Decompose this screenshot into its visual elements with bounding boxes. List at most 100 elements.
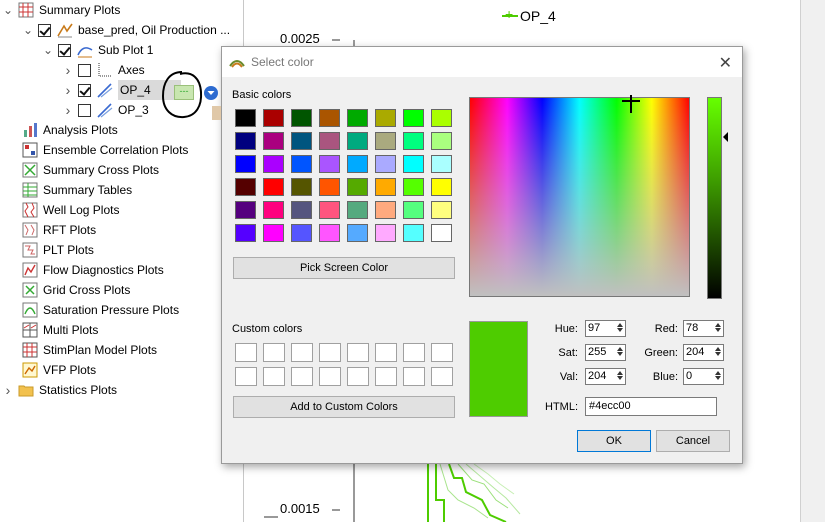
sat-spinbox[interactable]: 255 <box>585 344 626 361</box>
pick-screen-color-button[interactable]: Pick Screen Color <box>233 257 455 279</box>
chevron-right-icon[interactable]: › <box>62 100 74 120</box>
custom-color-slot[interactable] <box>403 367 425 386</box>
basic-color-swatch[interactable] <box>319 224 340 242</box>
tree-item-vfp-plots[interactable]: VFP Plots <box>2 360 96 380</box>
tree-checkbox[interactable] <box>58 43 71 57</box>
dialog-titlebar[interactable]: Select color ✕ <box>222 47 742 77</box>
chevron-down-icon[interactable]: ⌄ <box>2 4 14 16</box>
dropdown-chevron-icon[interactable] <box>204 86 218 100</box>
tree-item-ensemble-correlation-plots[interactable]: Ensemble Correlation Plots <box>2 140 188 160</box>
green-spinbox[interactable]: 204 <box>683 344 724 361</box>
basic-color-swatch[interactable] <box>347 178 368 196</box>
basic-color-swatch[interactable] <box>347 132 368 150</box>
value-slider[interactable] <box>707 97 722 299</box>
tree-item-multi-plots[interactable]: Multi Plots <box>2 320 98 340</box>
basic-color-swatch[interactable] <box>319 109 340 127</box>
tree-item-summary-cross-plots[interactable]: Summary Cross Plots <box>2 160 159 180</box>
tree-item-summary-tables[interactable]: Summary Tables <box>2 180 132 200</box>
basic-color-swatch[interactable] <box>291 155 312 173</box>
custom-color-slot[interactable] <box>403 343 425 362</box>
custom-color-slot[interactable] <box>291 367 313 386</box>
add-to-custom-colors-button[interactable]: Add to Custom Colors <box>233 396 455 418</box>
basic-color-swatch[interactable] <box>347 155 368 173</box>
basic-color-swatch[interactable] <box>375 109 396 127</box>
basic-color-swatch[interactable] <box>235 178 256 196</box>
basic-color-swatch[interactable] <box>431 132 452 150</box>
basic-color-swatch[interactable] <box>375 201 396 219</box>
basic-color-swatch[interactable] <box>403 132 424 150</box>
custom-color-slot[interactable] <box>263 367 285 386</box>
tree-checkbox[interactable] <box>38 23 51 37</box>
custom-color-slot[interactable] <box>431 367 453 386</box>
basic-color-swatch[interactable] <box>263 178 284 196</box>
color-spectrum[interactable] <box>469 97 690 297</box>
basic-color-swatch[interactable] <box>431 109 452 127</box>
blue-spinbox[interactable]: 0 <box>683 368 724 385</box>
custom-color-slot[interactable] <box>291 343 313 362</box>
html-input[interactable]: #4ecc00 <box>585 397 717 416</box>
chevron-down-icon[interactable]: ⌄ <box>42 44 54 56</box>
basic-color-swatch[interactable] <box>403 178 424 196</box>
val-spinbox[interactable]: 204 <box>585 368 626 385</box>
curve-color-button[interactable]: --- <box>174 85 194 100</box>
tree-item-grid-cross-plots[interactable]: Grid Cross Plots <box>2 280 130 300</box>
tree-item-summary-plots[interactable]: ⌄ Summary Plots <box>2 0 120 20</box>
spin-arrows-icon[interactable] <box>713 370 722 383</box>
tree-checkbox[interactable] <box>78 83 91 97</box>
red-spinbox[interactable]: 78 <box>683 320 724 337</box>
chevron-right-icon[interactable]: › <box>62 80 74 100</box>
basic-color-swatch[interactable] <box>375 178 396 196</box>
custom-color-slot[interactable] <box>347 367 369 386</box>
basic-color-swatch[interactable] <box>431 178 452 196</box>
tree-item-stimplan-model-plots[interactable]: StimPlan Model Plots <box>2 340 157 360</box>
tree-checkbox[interactable] <box>78 103 91 117</box>
basic-color-swatch[interactable] <box>431 201 452 219</box>
close-icon[interactable]: ✕ <box>719 53 732 73</box>
basic-color-swatch[interactable] <box>291 109 312 127</box>
tree-item-well-log-plots[interactable]: Well Log Plots <box>2 200 119 220</box>
basic-color-swatch[interactable] <box>235 201 256 219</box>
basic-color-swatch[interactable] <box>403 201 424 219</box>
spin-arrows-icon[interactable] <box>713 322 722 335</box>
basic-color-swatch[interactable] <box>235 109 256 127</box>
basic-color-swatch[interactable] <box>319 132 340 150</box>
basic-color-swatch[interactable] <box>375 155 396 173</box>
tree-item-rft-plots[interactable]: RFT Plots <box>2 220 96 240</box>
basic-color-swatch[interactable] <box>319 155 340 173</box>
tree-item-statistics-plots[interactable]: › Statistics Plots <box>2 380 117 400</box>
basic-color-swatch[interactable] <box>347 224 368 242</box>
tree-item-sub-plot-1[interactable]: ⌄ Sub Plot 1 <box>42 40 153 60</box>
value-slider-arrow-icon[interactable] <box>723 132 728 142</box>
custom-color-slot[interactable] <box>347 343 369 362</box>
basic-color-swatch[interactable] <box>375 132 396 150</box>
basic-color-swatch[interactable] <box>235 155 256 173</box>
custom-color-slot[interactable] <box>319 367 341 386</box>
tree-item-axes[interactable]: › Axes <box>62 60 145 80</box>
basic-color-swatch[interactable] <box>431 224 452 242</box>
tree-item-flow-diagnostics-plots[interactable]: Flow Diagnostics Plots <box>2 260 164 280</box>
basic-color-swatch[interactable] <box>263 224 284 242</box>
basic-color-swatch[interactable] <box>263 201 284 219</box>
custom-color-slot[interactable] <box>375 367 397 386</box>
basic-color-swatch[interactable] <box>347 109 368 127</box>
basic-color-swatch[interactable] <box>403 109 424 127</box>
basic-color-swatch[interactable] <box>263 109 284 127</box>
spin-arrows-icon[interactable] <box>713 346 722 359</box>
basic-color-swatch[interactable] <box>431 155 452 173</box>
basic-color-swatch[interactable] <box>235 224 256 242</box>
right-scroll-strip[interactable] <box>800 0 825 522</box>
tree-checkbox[interactable] <box>78 63 91 77</box>
basic-color-swatch[interactable] <box>263 132 284 150</box>
chevron-right-icon[interactable]: › <box>62 60 74 80</box>
custom-color-slot[interactable] <box>235 343 257 362</box>
hue-spinbox[interactable]: 97 <box>585 320 626 337</box>
chevron-right-icon[interactable]: › <box>2 380 14 400</box>
basic-color-swatch[interactable] <box>263 155 284 173</box>
basic-color-swatch[interactable] <box>235 132 256 150</box>
basic-color-swatch[interactable] <box>319 178 340 196</box>
basic-color-swatch[interactable] <box>403 155 424 173</box>
basic-color-swatch[interactable] <box>375 224 396 242</box>
spin-arrows-icon[interactable] <box>615 346 624 359</box>
chevron-down-icon[interactable]: ⌄ <box>22 24 34 36</box>
spin-arrows-icon[interactable] <box>615 322 624 335</box>
